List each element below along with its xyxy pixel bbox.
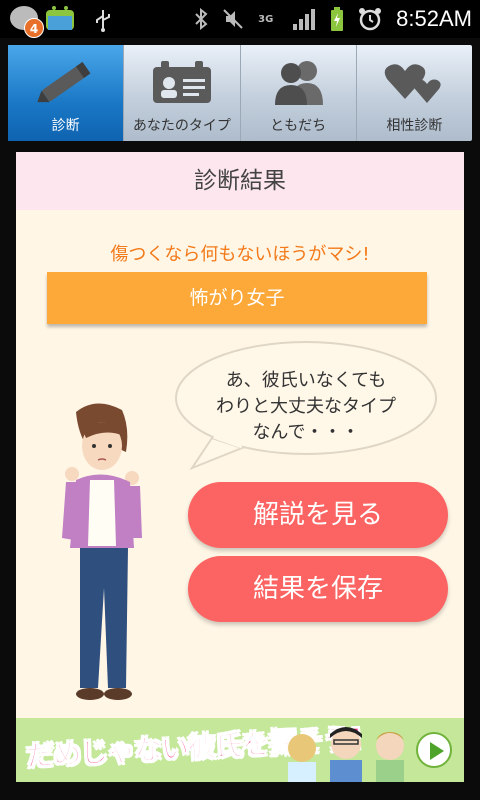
result-panel: 診断結果 傷つくなら何もないほうがマシ! 怖がり女子 あ、彼氏いなくても わりと… xyxy=(16,152,464,720)
tab-label: 診断 xyxy=(51,118,80,134)
ad-characters-illustration xyxy=(288,727,404,782)
friends-icon xyxy=(275,61,324,105)
pencil-icon xyxy=(36,61,91,103)
tab-label: ともだち xyxy=(270,118,327,134)
signal-icon xyxy=(293,9,316,30)
type-name: 怖がり女子 xyxy=(189,287,285,309)
tab-label: 相性診断 xyxy=(386,118,443,134)
result-title: 診断結果 xyxy=(194,168,286,194)
tab-friends[interactable]: ともだち xyxy=(241,45,357,141)
hearts-icon xyxy=(385,64,441,103)
result-header: 診断結果 xyxy=(16,152,464,210)
speech-text: あ、彼氏いなくても わりと大丈夫なタイプ なんで・・・ xyxy=(172,368,440,446)
save-result-button[interactable]: 結果を保存 xyxy=(188,556,448,622)
id-card-icon xyxy=(152,61,211,103)
notification-app-icon xyxy=(10,6,74,30)
tab-label: あなたのタイプ xyxy=(132,118,231,134)
ad-banner[interactable]: だめじゃない彼氏を探そう! xyxy=(16,718,464,782)
tab-compatibility[interactable]: 相性診断 xyxy=(357,45,472,141)
bluetooth-icon xyxy=(195,8,208,30)
notification-count-badge: 4 xyxy=(24,18,44,38)
catchphrase: 傷つくなら何もないほうがマシ! xyxy=(110,244,370,265)
character-illustration xyxy=(62,403,142,700)
status-bar: 4 3G 8:52AM xyxy=(0,0,480,38)
tab-diagnosis[interactable]: 診断 xyxy=(8,45,125,141)
ad-play-button[interactable] xyxy=(416,732,452,768)
network-type-label: 3G xyxy=(258,13,274,25)
view-explanation-button[interactable]: 解説を見る xyxy=(188,482,448,548)
speech-line: あ、彼氏いなくても xyxy=(225,370,387,391)
clock: 8:52AM xyxy=(396,6,472,31)
tab-bar: 診断 あなたのタイプ ともだち 相性診断 xyxy=(8,45,472,141)
speech-line: わりと大丈夫なタイプ xyxy=(216,396,396,417)
tab-your-type[interactable]: あなたのタイプ xyxy=(124,45,241,141)
usb-icon xyxy=(96,10,110,32)
type-name-box: 怖がり女子 xyxy=(47,272,427,324)
battery-icon xyxy=(331,7,344,31)
speech-line: なんで・・・ xyxy=(252,422,360,443)
mute-icon xyxy=(223,9,243,29)
alarm-icon xyxy=(359,8,382,31)
